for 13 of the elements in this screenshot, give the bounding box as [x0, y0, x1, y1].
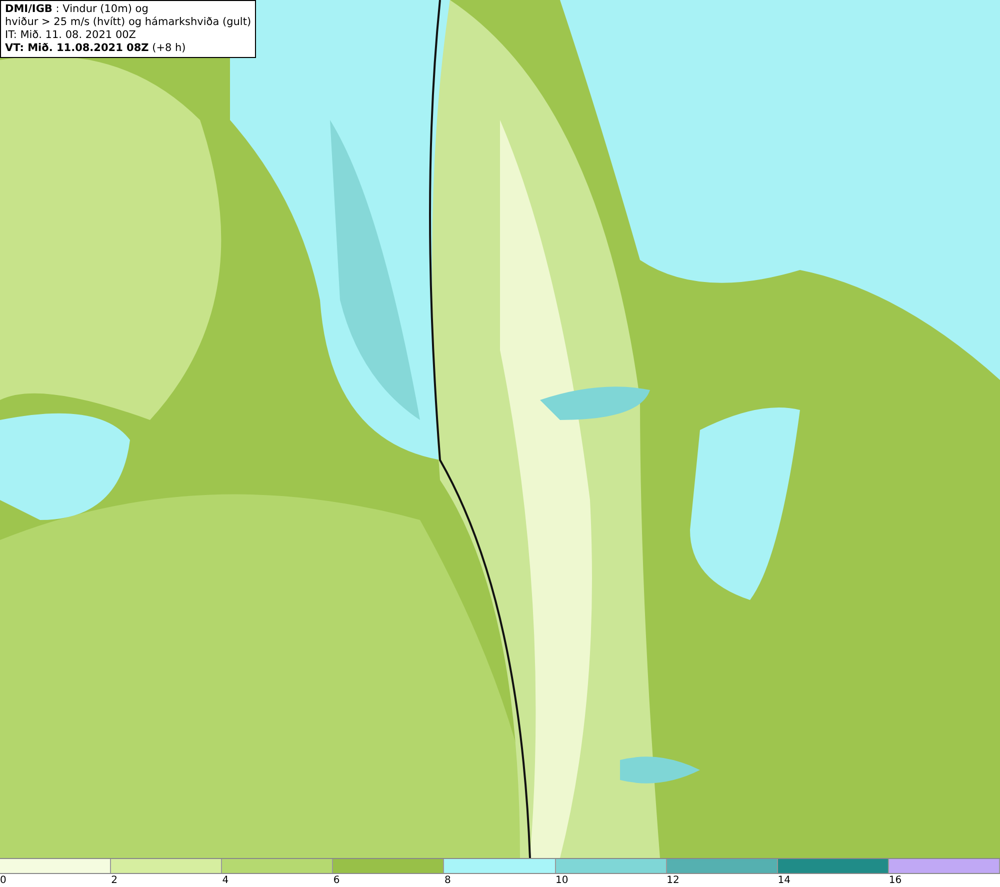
scale-label: 14: [778, 874, 790, 887]
scale-label: 0: [0, 874, 6, 887]
scale-label: 8: [444, 874, 451, 887]
scale-label: 4: [222, 874, 229, 887]
header-text: hviður > 25 m/s (hvítt) og hámarkshviða (gult): [5, 16, 252, 29]
scale-label: 2: [111, 874, 118, 887]
scale-label: 16: [888, 874, 902, 887]
header-text: VT: Mið. 11.08.2021 08Z (+8 h): [5, 42, 187, 55]
header-text: IT: Mið. 11. 08. 2021 00Z: [5, 29, 137, 42]
scale-label: 10: [556, 874, 568, 887]
header-text: DMI/IGB : Vindur (10m) og: [5, 3, 150, 16]
scale-label: 6: [333, 874, 340, 887]
scale-label: 12: [666, 874, 680, 887]
